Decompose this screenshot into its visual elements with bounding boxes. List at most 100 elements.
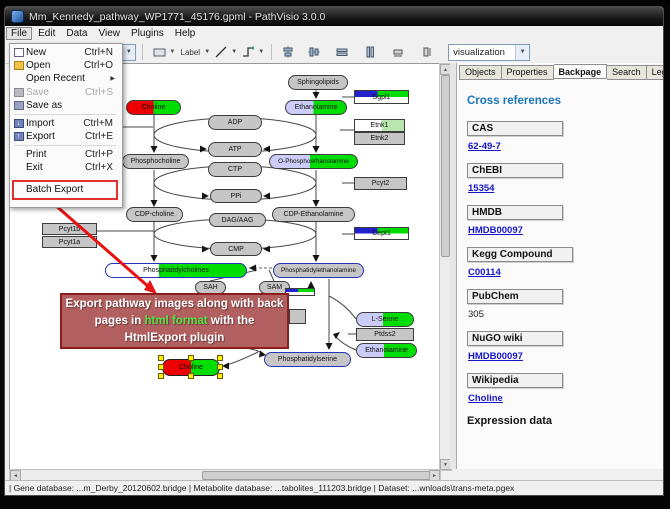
xref-link[interactable]: Choline [468,393,503,404]
node-choline[interactable]: Choline [126,100,181,115]
node-ethanolamine[interactable]: Ethanolamine [285,100,347,115]
menu-item-print[interactable]: PrintCtrl+P [11,148,119,161]
node-adp[interactable]: ADP [208,115,262,130]
panel-tabs: Objects Properties Backpage Search Legen… [459,65,664,80]
dropdown-arrow-icon[interactable]: ▼ [121,45,135,60]
menu-item-open[interactable]: OpenCtrl+O [11,59,119,72]
gene-pcyt1b[interactable]: Pcyt1b [42,223,97,235]
node-cdp-choline[interactable]: CDP-choline [126,207,183,222]
xref-section-nugo: NuGO wiki HMDB00097 [467,331,654,364]
dropdown-arrow-icon[interactable]: ▼ [231,49,237,55]
gene-sgpl1[interactable]: Sgpl1 [354,90,409,104]
gene-ptdss2[interactable]: Ptdss2 [356,328,414,341]
new-label-button[interactable]: Label [178,44,202,60]
save-as-icon [11,101,26,110]
menu-item-export[interactable]: ↑ ExportCtrl+E [11,130,119,143]
menu-item-import[interactable]: ↓ ImportCtrl+M [11,117,119,130]
cross-references-heading: Cross references [467,95,654,107]
node-atp[interactable]: ATP [208,142,262,157]
menu-plugins[interactable]: Plugins [126,27,169,40]
menu-item-new[interactable]: NewCtrl+N [11,46,119,59]
selection-handle[interactable] [188,355,194,361]
title-bar: Mm_Kennedy_pathway_WP1771_45176.gpml - P… [5,7,663,26]
align-middle-button[interactable] [306,44,322,60]
tab-backpage[interactable]: Backpage [554,64,608,79]
distribute-vertical-button[interactable] [362,44,378,60]
xref-link[interactable]: 15354 [468,183,494,194]
distribute-horizontal-button[interactable] [334,44,350,60]
node-l-serine[interactable]: L-Serine [356,312,414,327]
node-o-phosphoethanolamine[interactable]: O-Phosphoethanolamine [269,154,358,169]
tab-objects[interactable]: Objects [459,65,502,80]
selection-handle[interactable] [217,373,223,379]
menu-item-save-as[interactable]: Save as [11,99,119,112]
menu-file[interactable]: File [6,27,32,40]
align-center-button[interactable] [280,44,296,60]
xref-link[interactable]: C00114 [468,267,501,278]
tab-legend[interactable]: Legend [647,65,664,80]
node-phosphocholine[interactable]: Phosphocholine [122,154,189,169]
selection-handle[interactable] [158,364,164,370]
common-width-button[interactable] [390,44,406,60]
node-cmp[interactable]: CMP [210,242,262,256]
window-title: Mm_Kennedy_pathway_WP1771_45176.gpml - P… [29,11,325,23]
file-menu: NewCtrl+N OpenCtrl+O Open Recent ▶ SaveC… [9,43,123,208]
new-connector-button[interactable] [240,44,256,60]
xref-link[interactable]: HMDB00097 [468,225,523,236]
node-ethanolamine-2[interactable]: Ethanolamine [356,343,417,358]
menu-help[interactable]: Help [170,27,201,40]
callout-line2: pages in html format with the [62,313,287,330]
gene-pcyt2[interactable]: Pcyt2 [354,177,407,190]
scroll-thumb[interactable] [441,75,450,257]
node-sphingolipids[interactable]: Sphingolipids [288,75,348,90]
new-file-icon [11,48,26,57]
gene-cept1[interactable]: Cept1 [354,227,409,240]
selection-handle[interactable] [217,364,223,370]
node-phosphatidylcholines[interactable]: Phosphatidylcholines [105,263,247,278]
xref-section-cas: CAS 62-49-7 [467,121,654,154]
dropdown-arrow-icon[interactable]: ▼ [515,45,529,60]
xref-section-pubchem: PubChem 305 [467,289,654,322]
node-phosphatidylserine[interactable]: Phosphatidylserine [264,352,351,367]
new-line-button[interactable] [213,44,229,60]
menu-item-exit[interactable]: ExitCtrl+X [11,161,119,174]
partial-gene-box[interactable] [289,309,306,324]
partial-gene-box[interactable] [285,288,315,296]
selection-handle[interactable] [188,373,194,379]
status-text: | Gene database: ...m_Derby_20120602.bri… [9,483,514,493]
node-cdp-ethanolamine[interactable]: CDP-Ethanolamine [272,207,355,222]
xref-source: CAS [467,121,563,136]
scroll-thumb[interactable] [202,471,430,480]
selection-handle[interactable] [217,355,223,361]
tab-search[interactable]: Search [607,65,647,80]
open-folder-icon [11,61,26,70]
selection-handle[interactable] [158,373,164,379]
menu-view[interactable]: View [93,27,125,40]
gene-pcyt1a[interactable]: Pcyt1a [42,236,97,248]
menu-data[interactable]: Data [61,27,92,40]
gene-etnk2[interactable]: Etnk2 [354,132,405,145]
gene-etnk1[interactable]: Etnk1 [354,119,405,132]
xref-link[interactable]: HMDB00097 [468,351,523,362]
xref-link[interactable]: 62-49-7 [468,141,501,152]
node-ctp[interactable]: CTP [208,162,262,177]
new-datanode-button[interactable] [151,44,167,60]
status-bar: | Gene database: ...m_Derby_20120602.bri… [5,480,663,495]
dropdown-arrow-icon[interactable]: ▼ [169,49,175,55]
menu-item-save[interactable]: SaveCtrl+S [11,86,119,99]
selection-handle[interactable] [158,355,164,361]
menu-edit[interactable]: Edit [33,27,60,40]
import-icon: ↓ [11,119,26,128]
dropdown-arrow-icon[interactable]: ▼ [258,49,264,55]
node-ppi[interactable]: PPi [210,189,262,203]
tab-properties[interactable]: Properties [502,65,554,80]
xref-source: Wikipedia [467,373,563,388]
node-phosphatidylethanolamine[interactable]: Phosphatidylethanolamine [273,263,364,278]
menu-item-open-recent[interactable]: Open Recent ▶ [11,72,119,85]
common-height-button[interactable] [418,44,434,60]
node-dag-aag[interactable]: DAG/AAG [209,213,266,227]
visualization-combobox[interactable]: visualization ▼ [448,44,530,61]
dropdown-arrow-icon[interactable]: ▼ [204,49,210,55]
menu-separator [14,145,116,146]
annotation-highlight-box [12,180,118,200]
